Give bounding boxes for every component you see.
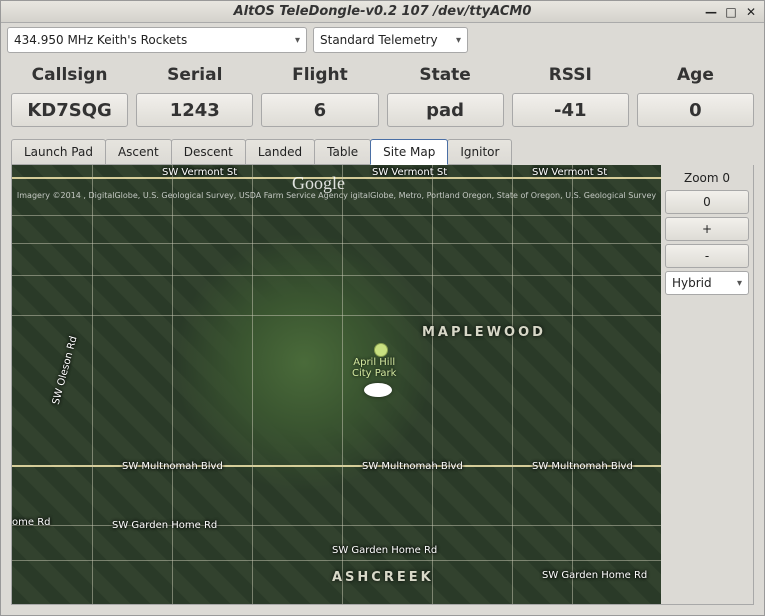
state-label: State: [419, 61, 471, 89]
chevron-down-icon: ▾: [287, 35, 300, 46]
maximize-icon[interactable]: □: [722, 4, 740, 20]
tab-site-map[interactable]: Site Map: [370, 139, 448, 165]
map-side-panel: Zoom 0 0 + - Hybrid ▾: [661, 165, 753, 604]
tab-ascent[interactable]: Ascent: [105, 139, 172, 165]
age-label: Age: [677, 61, 714, 89]
neighborhood-label: ASHCREEK: [332, 570, 434, 585]
map-type-value: Hybrid: [672, 276, 712, 290]
road-label: SW Multnomah Blvd: [362, 461, 463, 472]
status-flight: Flight 6: [261, 61, 378, 127]
zoom-out-button[interactable]: -: [665, 244, 749, 268]
flight-value: 6: [261, 93, 378, 127]
status-row: Callsign KD7SQG Serial 1243 Flight 6 Sta…: [1, 57, 764, 133]
status-callsign: Callsign KD7SQG: [11, 61, 128, 127]
chevron-down-icon: ▾: [729, 278, 742, 289]
telemetry-value: Standard Telemetry: [320, 33, 438, 47]
state-value: pad: [387, 93, 504, 127]
callsign-label: Callsign: [32, 61, 108, 89]
park-label: April Hill City Park: [352, 357, 396, 379]
tabs: Launch Pad Ascent Descent Landed Table S…: [1, 139, 764, 165]
status-serial: Serial 1243: [136, 61, 253, 127]
content-area: Google Imagery ©2014 , DigitalGlobe, U.S…: [11, 165, 754, 605]
road-label: SW Multnomah Blvd: [532, 461, 633, 472]
road-label: ome Rd: [12, 517, 51, 528]
neighborhood-label: MAPLEWOOD: [422, 325, 546, 340]
tab-descent[interactable]: Descent: [171, 139, 246, 165]
road-label: SW Vermont St: [372, 167, 447, 178]
map-type-dropdown[interactable]: Hybrid ▾: [665, 271, 749, 295]
tab-launch-pad[interactable]: Launch Pad: [11, 139, 106, 165]
serial-value: 1243: [136, 93, 253, 127]
zoom-in-button[interactable]: +: [665, 217, 749, 241]
map-panel[interactable]: Google Imagery ©2014 , DigitalGlobe, U.S…: [12, 165, 661, 604]
chevron-down-icon: ▾: [448, 35, 461, 46]
road-label: SW Garden Home Rd: [542, 570, 647, 581]
map-roads: [12, 165, 661, 604]
tab-table[interactable]: Table: [314, 139, 371, 165]
status-state: State pad: [387, 61, 504, 127]
window-controls: — □ ✕: [702, 4, 760, 20]
map-attribution: Imagery ©2014 , DigitalGlobe, U.S. Geolo…: [12, 191, 661, 200]
minimize-icon[interactable]: —: [702, 4, 720, 20]
serial-label: Serial: [167, 61, 222, 89]
callsign-value: KD7SQG: [11, 93, 128, 127]
road-label: SW Garden Home Rd: [332, 545, 437, 556]
status-rssi: RSSI -41: [512, 61, 629, 127]
park-icon: [374, 343, 388, 357]
age-value: 0: [637, 93, 754, 127]
position-marker: [364, 383, 392, 397]
zoom-label: Zoom 0: [665, 169, 749, 187]
status-age: Age 0: [637, 61, 754, 127]
toolbar: 434.950 MHz Keith's Rockets ▾ Standard T…: [1, 23, 764, 57]
telemetry-dropdown[interactable]: Standard Telemetry ▾: [313, 27, 468, 53]
frequency-value: 434.950 MHz Keith's Rockets: [14, 33, 187, 47]
road-label: SW Garden Home Rd: [112, 520, 217, 531]
frequency-dropdown[interactable]: 434.950 MHz Keith's Rockets ▾: [7, 27, 307, 53]
close-icon[interactable]: ✕: [742, 4, 760, 20]
zoom-reset-button[interactable]: 0: [665, 190, 749, 214]
flight-label: Flight: [292, 61, 348, 89]
rssi-value: -41: [512, 93, 629, 127]
road-label: SW Vermont St: [162, 167, 237, 178]
road-label: SW Vermont St: [532, 167, 607, 178]
titlebar: AltOS TeleDongle-v0.2 107 /dev/ttyACM0 —…: [1, 1, 764, 23]
app-window: AltOS TeleDongle-v0.2 107 /dev/ttyACM0 —…: [0, 0, 765, 616]
rssi-label: RSSI: [549, 61, 592, 89]
tab-landed[interactable]: Landed: [245, 139, 315, 165]
road-label: SW Multnomah Blvd: [122, 461, 223, 472]
tab-ignitor[interactable]: Ignitor: [447, 139, 512, 165]
window-title: AltOS TeleDongle-v0.2 107 /dev/ttyACM0: [1, 4, 764, 19]
